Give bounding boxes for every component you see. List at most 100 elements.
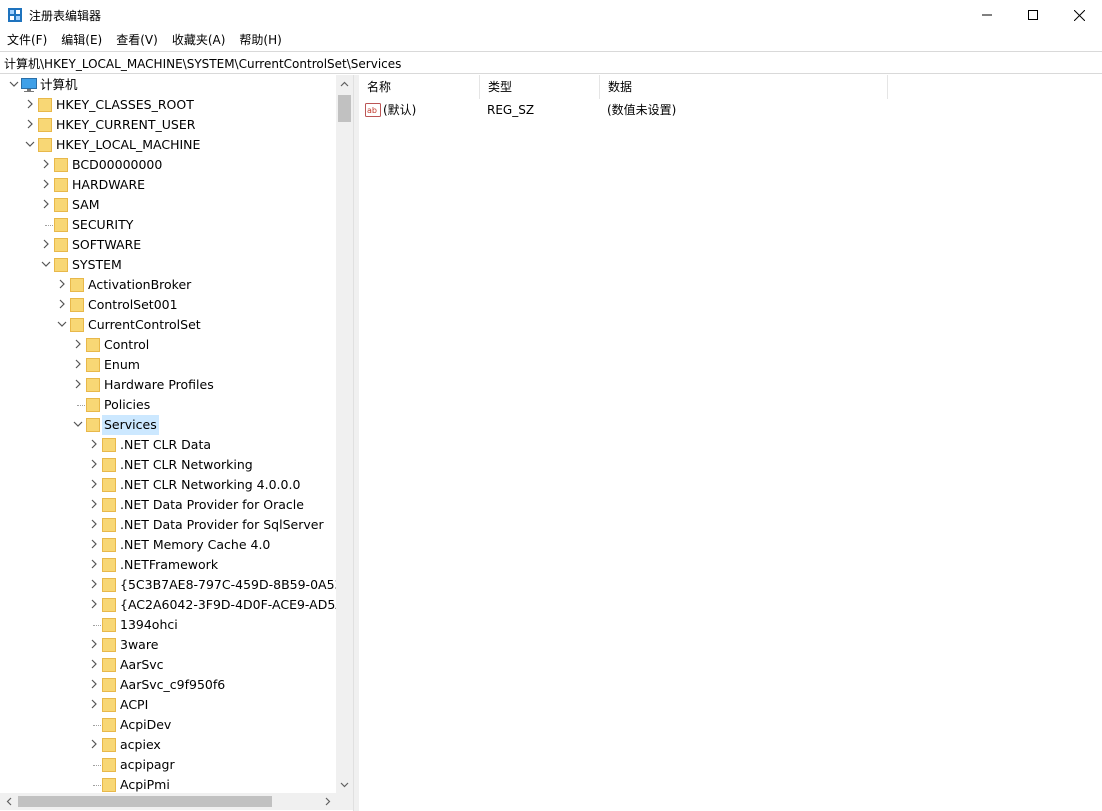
tree-item-label[interactable]: .NETFramework xyxy=(118,555,220,575)
chevron-right-icon[interactable] xyxy=(89,499,99,509)
chevron-right-icon[interactable] xyxy=(57,299,67,309)
menu-file[interactable]: 文件(F) xyxy=(0,30,54,51)
tree-horizontal-scrollbar[interactable] xyxy=(0,793,336,810)
chevron-right-icon[interactable] xyxy=(89,659,99,669)
chevron-right-icon[interactable] xyxy=(41,239,51,249)
chevron-right-icon[interactable] xyxy=(73,379,83,389)
tree-item[interactable]: SYSTEM xyxy=(0,255,336,275)
tree-item-label[interactable]: .NET CLR Networking xyxy=(118,455,255,475)
tree-item[interactable]: acpipagr xyxy=(0,755,336,775)
tree-item-label[interactable]: Policies xyxy=(102,395,152,415)
chevron-right-icon[interactable] xyxy=(41,179,51,189)
scroll-right-arrow[interactable] xyxy=(319,793,336,810)
tree-item-label[interactable]: acpiex xyxy=(118,735,163,755)
chevron-down-icon[interactable] xyxy=(25,139,35,149)
tree-item[interactable]: SAM xyxy=(0,195,336,215)
chevron-right-icon[interactable] xyxy=(41,199,51,209)
tree-item-label[interactable]: Control xyxy=(102,335,151,355)
value-row[interactable]: ab (默认) REG_SZ (数值未设置) xyxy=(359,100,1102,120)
chevron-right-icon[interactable] xyxy=(89,699,99,709)
minimize-button[interactable] xyxy=(964,0,1010,30)
tree-item[interactable]: 3ware xyxy=(0,635,336,655)
tree-item[interactable]: SECURITY xyxy=(0,215,336,235)
chevron-right-icon[interactable] xyxy=(25,99,35,109)
tree-item[interactable]: .NET CLR Networking 4.0.0.0 xyxy=(0,475,336,495)
tree-item[interactable]: ControlSet001 xyxy=(0,295,336,315)
chevron-right-icon[interactable] xyxy=(89,599,99,609)
chevron-right-icon[interactable] xyxy=(89,459,99,469)
menu-edit[interactable]: 编辑(E) xyxy=(54,30,109,51)
tree-item[interactable]: ACPI xyxy=(0,695,336,715)
chevron-right-icon[interactable] xyxy=(89,559,99,569)
tree-item-label[interactable]: ACPI xyxy=(118,695,150,715)
chevron-down-icon[interactable] xyxy=(57,319,67,329)
chevron-down-icon[interactable] xyxy=(9,79,19,89)
tree-item-label[interactable]: Services xyxy=(102,415,159,435)
tree-item[interactable]: 计算机 xyxy=(0,75,336,95)
maximize-button[interactable] xyxy=(1010,0,1056,30)
tree-vertical-scroll-thumb[interactable] xyxy=(338,95,351,122)
chevron-down-icon[interactable] xyxy=(41,259,51,269)
tree-item-label[interactable]: .NET Memory Cache 4.0 xyxy=(118,535,272,555)
tree-item-label[interactable]: .NET Data Provider for SqlServer xyxy=(118,515,326,535)
tree-item[interactable]: {5C3B7AE8-797C-459D-8B59-0A53F3 xyxy=(0,575,336,595)
tree-item-label[interactable]: AcpiPmi xyxy=(118,775,172,793)
tree-item[interactable]: .NET Data Provider for SqlServer xyxy=(0,515,336,535)
tree-item[interactable]: .NET Data Provider for Oracle xyxy=(0,495,336,515)
menu-favorites[interactable]: 收藏夹(A) xyxy=(165,30,233,51)
tree-item[interactable]: HKEY_LOCAL_MACHINE xyxy=(0,135,336,155)
column-header-type[interactable]: 类型 xyxy=(480,75,600,99)
tree-item-label[interactable]: 计算机 xyxy=(38,75,80,95)
chevron-right-icon[interactable] xyxy=(89,739,99,749)
tree-item-label[interactable]: HKEY_LOCAL_MACHINE xyxy=(54,135,202,155)
tree-item[interactable]: Enum xyxy=(0,355,336,375)
column-header-data[interactable]: 数据 xyxy=(600,75,888,99)
menu-help[interactable]: 帮助(H) xyxy=(232,30,288,51)
tree-item[interactable]: .NET CLR Data xyxy=(0,435,336,455)
chevron-right-icon[interactable] xyxy=(89,519,99,529)
address-path[interactable]: 计算机\HKEY_LOCAL_MACHINE\SYSTEM\CurrentCon… xyxy=(4,55,401,72)
tree-item-label[interactable]: Hardware Profiles xyxy=(102,375,216,395)
tree-item[interactable]: ActivationBroker xyxy=(0,275,336,295)
tree-item-label[interactable]: AcpiDev xyxy=(118,715,173,735)
tree-item-label[interactable]: 3ware xyxy=(118,635,160,655)
tree-horizontal-scroll-thumb[interactable] xyxy=(18,796,272,807)
chevron-right-icon[interactable] xyxy=(89,579,99,589)
address-bar[interactable]: 计算机\HKEY_LOCAL_MACHINE\SYSTEM\CurrentCon… xyxy=(0,51,1102,74)
chevron-right-icon[interactable] xyxy=(73,339,83,349)
tree-item[interactable]: AcpiPmi xyxy=(0,775,336,793)
tree-item[interactable]: Control xyxy=(0,335,336,355)
tree-item[interactable]: AcpiDev xyxy=(0,715,336,735)
tree-item[interactable]: HKEY_CURRENT_USER xyxy=(0,115,336,135)
tree-item[interactable]: .NET CLR Networking xyxy=(0,455,336,475)
tree-item[interactable]: Policies xyxy=(0,395,336,415)
tree-item-label[interactable]: SECURITY xyxy=(70,215,135,235)
tree-item-label[interactable]: 1394ohci xyxy=(118,615,180,635)
tree-item-label[interactable]: .NET CLR Networking 4.0.0.0 xyxy=(118,475,302,495)
tree-item[interactable]: HARDWARE xyxy=(0,175,336,195)
tree-item-label[interactable]: ActivationBroker xyxy=(86,275,193,295)
chevron-right-icon[interactable] xyxy=(89,679,99,689)
tree-item[interactable]: .NETFramework xyxy=(0,555,336,575)
tree-item-label[interactable]: ControlSet001 xyxy=(86,295,180,315)
tree-item-label[interactable]: {5C3B7AE8-797C-459D-8B59-0A53F3 xyxy=(118,575,336,595)
tree-item[interactable]: HKEY_CLASSES_ROOT xyxy=(0,95,336,115)
chevron-right-icon[interactable] xyxy=(89,439,99,449)
tree-item-label[interactable]: SAM xyxy=(70,195,102,215)
tree-item-label[interactable]: .NET CLR Data xyxy=(118,435,213,455)
tree-item-label[interactable]: .NET Data Provider for Oracle xyxy=(118,495,306,515)
tree-item[interactable]: SOFTWARE xyxy=(0,235,336,255)
tree-item-label[interactable]: BCD00000000 xyxy=(70,155,164,175)
tree-item-label[interactable]: SYSTEM xyxy=(70,255,124,275)
tree-item-label[interactable]: HARDWARE xyxy=(70,175,147,195)
tree-item-label[interactable]: CurrentControlSet xyxy=(86,315,203,335)
chevron-down-icon[interactable] xyxy=(73,419,83,429)
tree-item-label[interactable]: AarSvc_c9f950f6 xyxy=(118,675,227,695)
tree-item-label[interactable]: {AC2A6042-3F9D-4D0F-ACE9-AD5A2A xyxy=(118,595,336,615)
scroll-left-arrow[interactable] xyxy=(0,793,17,810)
chevron-right-icon[interactable] xyxy=(73,359,83,369)
scroll-down-arrow[interactable] xyxy=(336,776,353,793)
chevron-right-icon[interactable] xyxy=(89,539,99,549)
chevron-right-icon[interactable] xyxy=(25,119,35,129)
close-button[interactable] xyxy=(1056,0,1102,30)
